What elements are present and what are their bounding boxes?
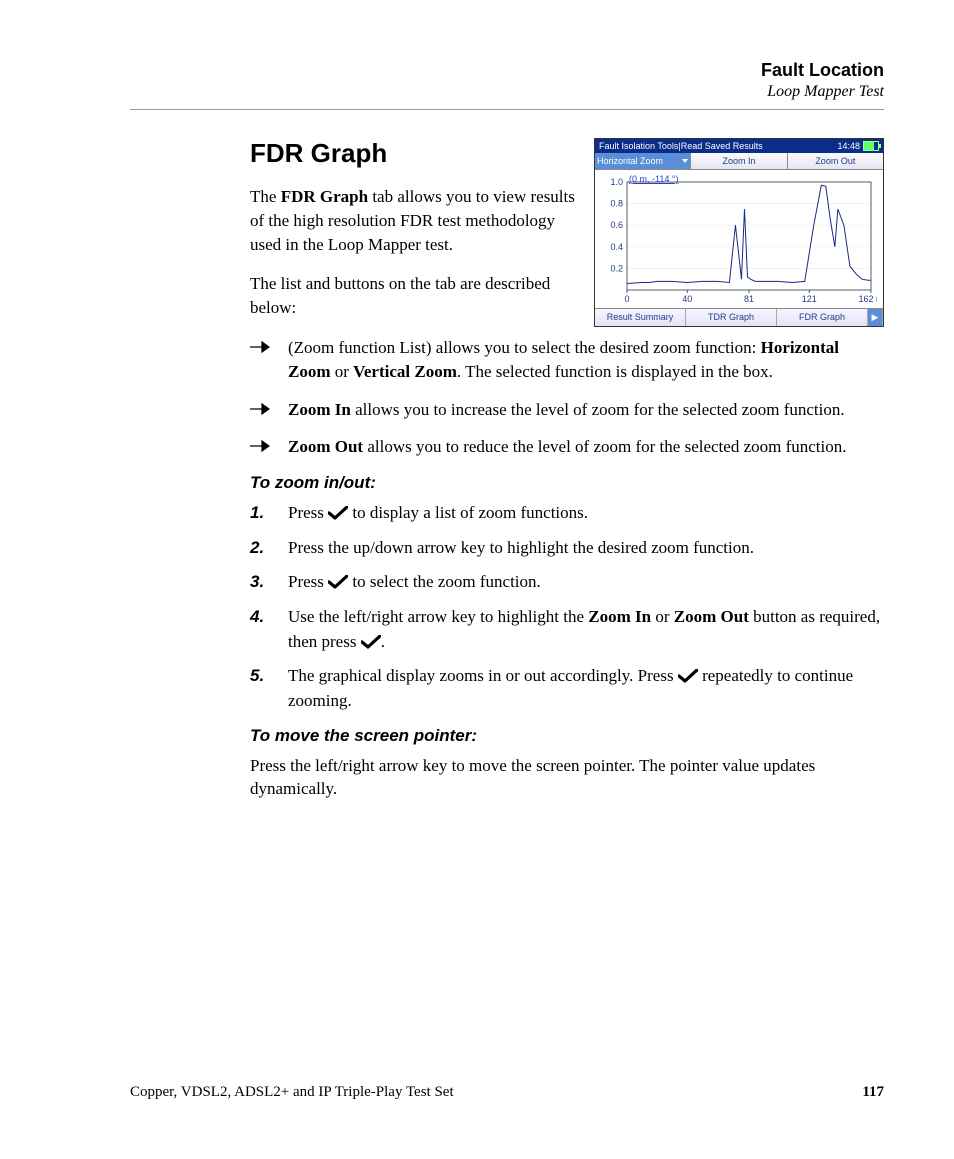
svg-text:162 m: 162 m [858,294,877,304]
device-time: 14:48 [837,141,860,151]
tab-fdr-graph[interactable]: FDR Graph [777,309,868,326]
svg-text:0: 0 [624,294,629,304]
check-icon [328,506,348,520]
arrow-bullet-icon [250,440,270,452]
step-4: 4. Use the left/right arrow key to highl… [250,605,884,654]
fdr-chart: (0 m, -114 °) 0.2 0.4 0.6 0.8 1.0 0 40 81 121 162… [595,170,883,308]
step-2: 2. Press the up/down arrow key to highli… [250,536,884,561]
procedure-pointer-text: Press the left/right arrow key to move t… [250,754,884,802]
device-title: Fault Isolation Tools|Read Saved Results [599,141,763,151]
bullet-zoom-out: Zoom Out allows you to reduce the level … [250,435,884,459]
zoom-function-select[interactable]: Horizontal Zoom [595,153,691,169]
footer-left: Copper, VDSL2, ADSL2+ and IP Triple-Play… [130,1084,454,1101]
svg-text:0.4: 0.4 [610,242,623,252]
step-1: 1. Press to display a list of zoom funct… [250,501,884,526]
battery-icon [863,141,879,151]
svg-text:0.6: 0.6 [610,220,623,230]
step-3: 3. Press to select the zoom function. [250,570,884,595]
svg-text:0.8: 0.8 [610,199,623,209]
bullet-zoom-list: (Zoom function List) allows you to selec… [250,336,884,384]
tab-tdr-graph[interactable]: TDR Graph [686,309,777,326]
tab-result-summary[interactable]: Result Summary [595,309,686,326]
page-header-subtitle: Loop Mapper Test [130,83,884,101]
footer-page-number: 117 [862,1084,884,1101]
zoom-in-button[interactable]: Zoom In [691,153,787,169]
zoom-out-button[interactable]: Zoom Out [788,153,883,169]
arrow-bullet-icon [250,403,270,415]
zoom-function-label: Horizontal Zoom [597,156,663,166]
step-5: 5. The graphical display zooms in or out… [250,664,884,713]
svg-text:1.0: 1.0 [610,177,623,187]
svg-text:0.2: 0.2 [610,263,623,273]
check-icon [328,575,348,589]
procedure-pointer-heading: To move the screen pointer: [250,726,884,746]
check-icon [678,669,698,683]
bullet-zoom-in: Zoom In allows you to increase the level… [250,398,884,422]
check-icon [361,635,381,649]
chevron-down-icon [682,159,688,163]
svg-text:81: 81 [744,294,754,304]
device-screenshot: Fault Isolation Tools|Read Saved Results… [594,138,884,327]
svg-text:40: 40 [682,294,692,304]
tabs-scroll-right[interactable]: ▶ [868,309,883,326]
arrow-bullet-icon [250,341,270,353]
page-header-title: Fault Location [130,60,884,81]
header-divider [130,109,884,110]
procedure-zoom-heading: To zoom in/out: [250,473,884,493]
svg-text:121: 121 [802,294,817,304]
pointer-value-label: (0 m, -114 °) [629,174,678,184]
